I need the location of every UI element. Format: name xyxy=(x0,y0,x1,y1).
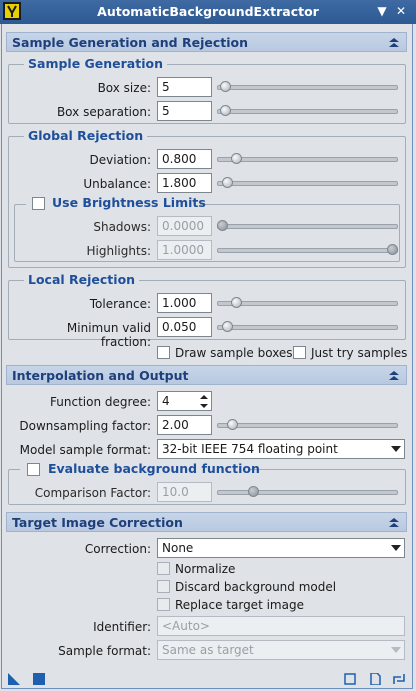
correction-value: None xyxy=(162,541,194,555)
use-brightness-limits-label[interactable]: Use Brightness Limits xyxy=(48,195,210,210)
model-sample-format-value: 32-bit IEEE 754 floating point xyxy=(162,442,338,456)
normalize-label[interactable]: Normalize xyxy=(175,562,235,576)
identifier-input[interactable]: <Auto> xyxy=(157,616,405,636)
function-degree-label: Function degree: xyxy=(50,395,151,409)
slider-thumb[interactable] xyxy=(231,153,242,164)
sample-format-label: Sample format: xyxy=(58,644,151,658)
highlights-label: Highlights: xyxy=(86,244,151,258)
comparison-factor-slider[interactable] xyxy=(217,482,398,502)
chevron-down-icon[interactable] xyxy=(391,445,401,453)
just-try-samples-checkbox[interactable] xyxy=(293,346,306,359)
identifier-label: Identifier: xyxy=(93,620,151,634)
model-sample-format-select[interactable]: 32-bit IEEE 754 floating point xyxy=(157,439,405,459)
replace-target-label[interactable]: Replace target image xyxy=(175,598,304,612)
collapse-icon[interactable] xyxy=(388,517,400,528)
sample-format-value: Same as target xyxy=(162,643,254,657)
apply-global-icon[interactable] xyxy=(33,673,45,685)
section-header-target[interactable]: Target Image Correction xyxy=(6,512,407,532)
new-instance-icon[interactable] xyxy=(8,673,20,685)
slider-thumb[interactable] xyxy=(227,419,238,430)
use-brightness-limits-checkbox[interactable] xyxy=(32,197,45,210)
slider-thumb[interactable] xyxy=(217,220,228,231)
draw-sample-boxes-label[interactable]: Draw sample boxes xyxy=(175,346,293,360)
shadows-slider[interactable] xyxy=(217,216,398,236)
tolerance-slider[interactable] xyxy=(217,293,398,313)
slider-thumb[interactable] xyxy=(248,486,259,497)
just-try-samples-label[interactable]: Just try samples xyxy=(311,346,407,360)
collapse-icon[interactable] xyxy=(388,370,400,381)
deviation-label: Deviation: xyxy=(89,153,151,167)
comparison-factor-input[interactable]: 10.0 xyxy=(157,482,212,502)
slider-thumb[interactable] xyxy=(220,105,231,116)
bottom-toolbar xyxy=(0,666,416,691)
unbalance-label: Unbalance: xyxy=(83,177,151,191)
slider-thumb[interactable] xyxy=(387,244,398,255)
chevron-down-icon[interactable] xyxy=(391,646,401,654)
min-valid-fraction-input[interactable]: 0.050 xyxy=(157,317,212,337)
discard-bg-model-label[interactable]: Discard background model xyxy=(175,580,336,594)
box-size-input[interactable]: 5 xyxy=(157,77,212,97)
collapse-icon[interactable] xyxy=(388,37,400,48)
downsampling-label: Downsampling factor: xyxy=(19,419,151,433)
unbalance-input[interactable]: 1.800 xyxy=(157,173,212,193)
preview-icon[interactable] xyxy=(344,673,356,685)
slider-thumb[interactable] xyxy=(222,177,233,188)
documentation-icon[interactable] xyxy=(369,673,381,685)
section-title: Target Image Correction xyxy=(12,515,183,530)
downsampling-slider[interactable] xyxy=(217,415,398,435)
title-bar: AutomaticBackgroundExtractor ▼ ✕ xyxy=(0,0,416,24)
deviation-slider[interactable] xyxy=(217,149,398,169)
evaluate-bg-label[interactable]: Evaluate background function xyxy=(44,461,264,476)
unbalance-slider[interactable] xyxy=(217,173,398,193)
deviation-input[interactable]: 0.800 xyxy=(157,149,212,169)
downsampling-input[interactable]: 2.00 xyxy=(157,415,212,435)
tolerance-input[interactable]: 1.000 xyxy=(157,293,212,313)
box-separation-label: Box separation: xyxy=(56,105,151,119)
group-title: Local Rejection xyxy=(24,272,140,287)
pin-button[interactable]: ▼ xyxy=(375,4,389,18)
min-valid-fraction-slider[interactable] xyxy=(217,317,398,337)
function-degree-value: 4 xyxy=(162,394,170,408)
model-sample-format-label: Model sample format: xyxy=(19,443,151,457)
evaluate-bg-checkbox[interactable] xyxy=(27,463,40,476)
box-size-slider[interactable] xyxy=(217,77,398,97)
box-separation-slider[interactable] xyxy=(217,101,398,121)
reset-icon[interactable] xyxy=(393,673,405,685)
tolerance-label: Tolerance: xyxy=(89,297,151,311)
group-title: Sample Generation xyxy=(24,56,167,71)
spin-down-icon[interactable] xyxy=(197,401,211,411)
section-header-interpolation[interactable]: Interpolation and Output xyxy=(6,365,407,385)
normalize-checkbox[interactable] xyxy=(157,562,170,575)
sample-format-select[interactable]: Same as target xyxy=(157,640,405,660)
window-title: AutomaticBackgroundExtractor xyxy=(97,4,319,19)
shadows-input[interactable]: 0.0000 xyxy=(157,216,212,236)
highlights-slider[interactable] xyxy=(217,240,398,260)
section-header-sample-gen[interactable]: Sample Generation and Rejection xyxy=(6,32,407,52)
min-valid-fraction-label: Minimun valid fraction: xyxy=(66,321,151,349)
slider-thumb[interactable] xyxy=(222,321,233,332)
section-title: Interpolation and Output xyxy=(12,368,189,383)
comparison-factor-label: Comparison Factor: xyxy=(34,486,151,500)
shadows-label: Shadows: xyxy=(93,220,151,234)
chevron-down-icon[interactable] xyxy=(391,544,401,552)
highlights-input[interactable]: 1.0000 xyxy=(157,240,212,260)
group-title: Global Rejection xyxy=(24,128,148,143)
discard-bg-model-checkbox[interactable] xyxy=(157,580,170,593)
close-button[interactable]: ✕ xyxy=(394,4,408,18)
correction-label: Correction: xyxy=(84,542,151,556)
correction-select[interactable]: None xyxy=(157,538,405,558)
box-separation-input[interactable]: 5 xyxy=(157,101,212,121)
section-title: Sample Generation and Rejection xyxy=(12,35,248,50)
box-size-label: Box size: xyxy=(97,81,151,95)
slider-thumb[interactable] xyxy=(220,81,231,92)
draw-sample-boxes-checkbox[interactable] xyxy=(157,346,170,359)
replace-target-checkbox[interactable] xyxy=(157,598,170,611)
slider-thumb[interactable] xyxy=(231,297,242,308)
